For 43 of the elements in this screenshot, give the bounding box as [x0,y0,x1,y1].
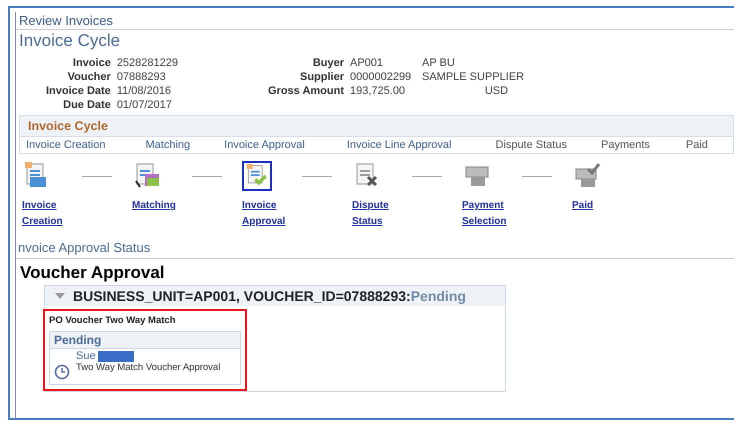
field-value: 07888293 [116,71,167,83]
field-description: AP BU [422,57,456,69]
field-label: Voucher [66,71,111,83]
section-title: Voucher Approval [19,262,166,284]
stage-label: Matching [146,139,190,151]
field-label: Gross Amount [268,85,344,97]
group-title: BUSINESS_UNIT=AP001, VOUCHER_ID=07888293:Pending [73,288,466,304]
step-link[interactable]: Invoice Approval [242,198,352,230]
field-label: Invoice Date [46,85,111,97]
step-link[interactable]: Matching [132,198,242,214]
approver-link[interactable]: Sue [76,350,96,362]
step-name: Two Way Match Voucher Approval [76,362,220,373]
stage-label: Paid [686,139,708,151]
collapse-icon[interactable] [55,293,65,299]
stage-status: Pending [50,332,240,349]
field-value: AP001 [350,57,384,69]
field-label: Invoice [72,57,111,69]
clock-icon [54,364,70,380]
page-title: Invoice Cycle [18,30,122,52]
stage-label: Invoice Approval [224,139,305,151]
field-value: 0000002299 [350,71,412,83]
field-label: Buyer [312,57,344,69]
step-link[interactable]: Dispute Status [352,198,462,230]
stage-label: Invoice Line Approval [346,139,452,151]
field-value: 01/07/2017 [116,99,173,111]
field-description: USD [484,85,510,97]
field-label: Due Date [62,99,111,111]
section-header: Invoice Cycle [20,116,733,137]
field-value: 2528281229 [116,57,178,69]
field-label: Supplier [298,71,344,83]
section-heading: nvoice Approval Status [16,230,734,259]
stage-label: Invoice Creation [26,139,106,151]
field-value: 193,725.00 [350,85,406,97]
field-description: SAMPLE SUPPLIER [422,71,524,83]
step-link[interactable]: Payment Selection [462,198,572,230]
stage-label: Dispute Status [495,139,567,151]
process-name: PO Voucher Two Way Match [49,315,177,326]
redaction-mark [98,350,134,362]
step-link[interactable]: Invoice Creation [22,198,132,230]
breadcrumb-link[interactable]: Review Invoices [16,12,734,30]
field-value: 11/08/2016 [116,85,172,97]
stage-label: Payments [600,139,650,151]
step-link[interactable]: Paid [572,198,682,214]
